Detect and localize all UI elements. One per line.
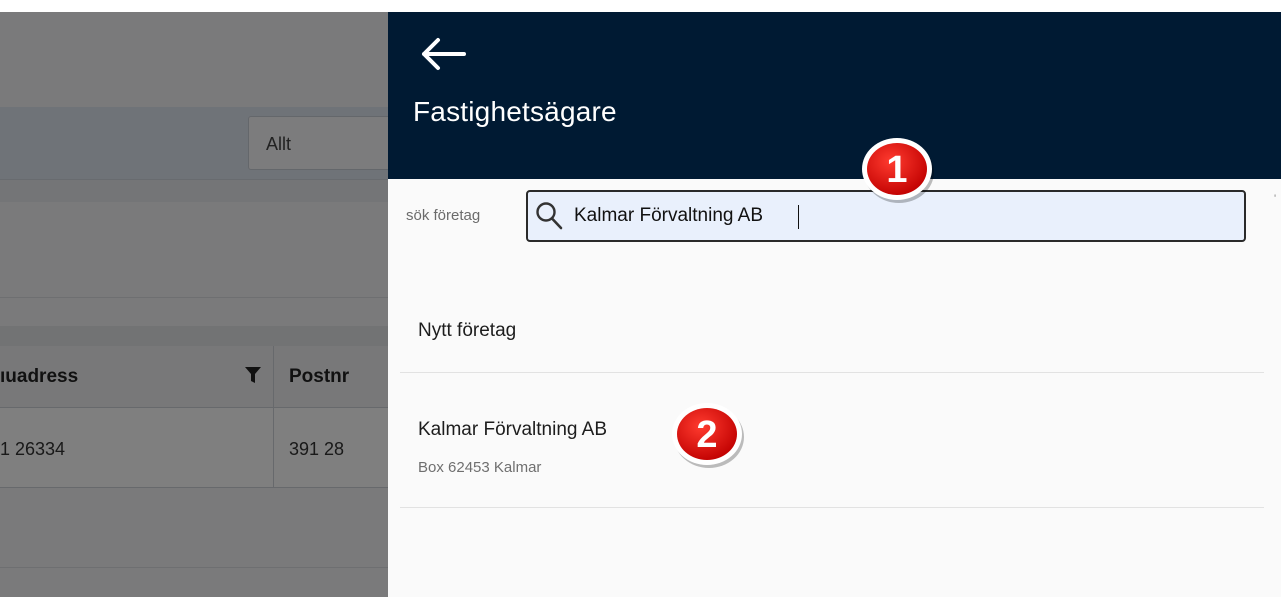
new-company-item[interactable]: Nytt företag xyxy=(400,296,1264,373)
company-address: Box 62453 Kalmar xyxy=(418,459,542,476)
callout-badge-2: 2 xyxy=(672,403,744,468)
company-name: Kalmar Förvaltning AB xyxy=(418,419,608,440)
callout-number: 2 xyxy=(696,414,717,456)
new-company-label: Nytt företag xyxy=(418,320,517,341)
arrow-left-icon[interactable] xyxy=(416,34,468,74)
callout-number: 1 xyxy=(886,149,907,191)
search-label: sök företag xyxy=(406,207,481,224)
callout-badge-1: 1 xyxy=(862,138,934,203)
panel-title: Fastighetsägare xyxy=(413,96,617,127)
top-strip xyxy=(0,0,1281,12)
search-icon xyxy=(536,202,563,230)
text-caret xyxy=(798,205,799,229)
modal-overlay[interactable] xyxy=(0,0,388,597)
scroll-indicator-icon: ' xyxy=(1274,193,1277,205)
company-result-item[interactable]: Kalmar Förvaltning AB Box 62453 Kalmar xyxy=(400,373,1264,508)
background-page: Allt ıuadress Postnr 1 26334 391 28 xyxy=(0,0,388,597)
panel-header: Fastighetsägare xyxy=(388,12,1281,179)
search-input[interactable] xyxy=(574,202,1214,230)
